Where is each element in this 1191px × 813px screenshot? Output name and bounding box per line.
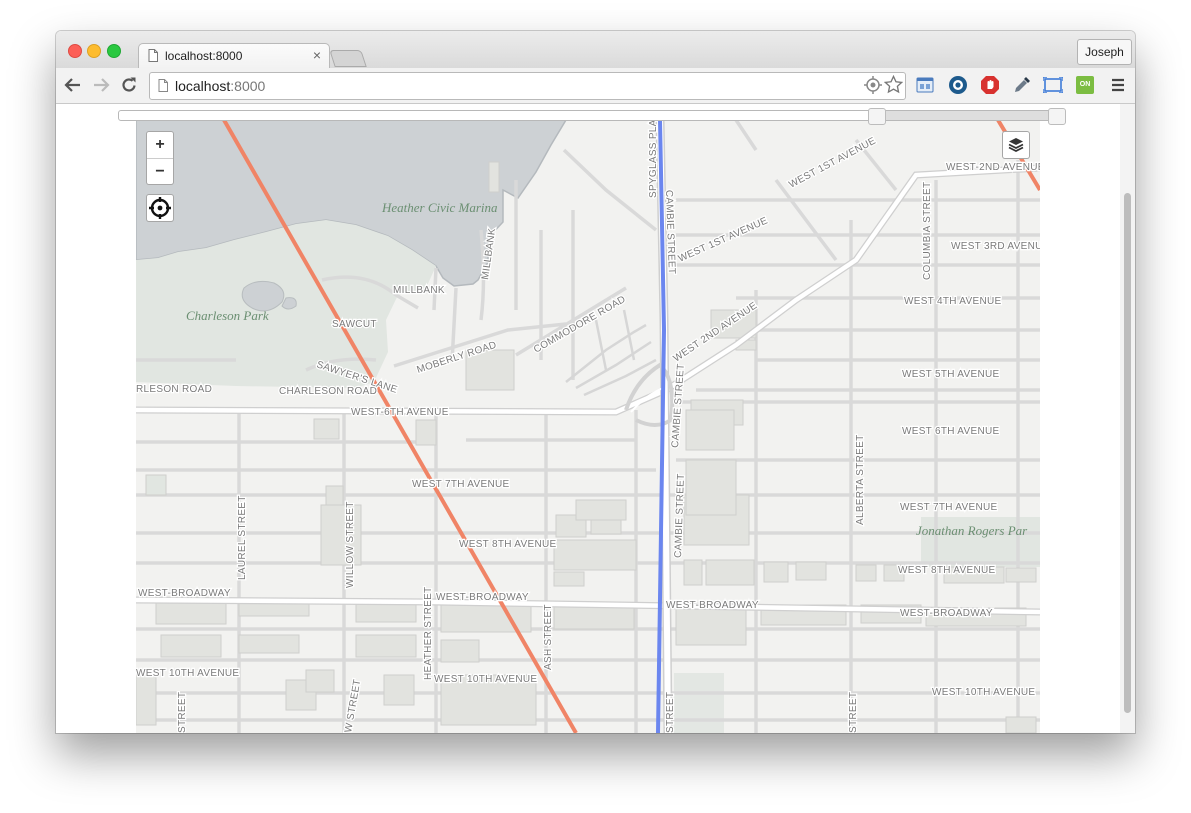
back-button[interactable] — [62, 74, 84, 96]
street-label: WILLOW STREET — [345, 501, 356, 588]
street-label: WEST 10TH AVENUE — [434, 674, 537, 685]
profile-button[interactable]: Joseph — [1077, 39, 1132, 65]
street-label: WEST-BROADWAY — [900, 608, 993, 619]
layers-icon — [1008, 138, 1024, 153]
tab-close-button[interactable]: × — [313, 47, 321, 63]
street-label: WEST-BROADWAY — [666, 600, 759, 611]
locate-button[interactable] — [146, 194, 174, 222]
street-label: SAWCUT — [332, 319, 377, 330]
extension-eye-icon[interactable] — [947, 74, 969, 96]
location-icon[interactable] — [864, 76, 882, 94]
address-bar[interactable]: localhost:8000 — [149, 72, 906, 100]
zoom-control: + − — [146, 131, 174, 185]
browser-window: localhost:8000 × Joseph localhost:8000 O… — [56, 31, 1135, 733]
street-label: LAUREL STREET — [237, 495, 248, 580]
street-label: ASH STREET — [543, 604, 554, 670]
map-canvas: Heather Civic Marina Charleson Park Jona… — [136, 120, 1040, 733]
back-arrow-icon — [64, 78, 80, 92]
page-icon — [148, 49, 158, 62]
crosshair-icon — [149, 197, 171, 219]
new-tab-button[interactable] — [329, 50, 367, 67]
street-label: WEST-BROADWAY — [436, 592, 529, 603]
minimize-window-button[interactable] — [87, 44, 101, 58]
zoom-out-button[interactable]: − — [147, 159, 173, 185]
street-label: WEST 10TH AVENUE — [136, 668, 239, 679]
street-label: COLUMBIA STREET — [922, 182, 933, 280]
bookmark-star-icon[interactable] — [884, 75, 903, 94]
browser-tab[interactable]: localhost:8000 × — [138, 43, 330, 69]
street-label: STREET — [665, 692, 676, 733]
park-block — [674, 673, 724, 733]
street-label: STREET — [177, 692, 188, 733]
layers-button[interactable] — [1002, 131, 1030, 159]
maximize-window-button[interactable] — [107, 44, 121, 58]
street-label: WEST-2ND AVENUE — [946, 162, 1040, 173]
street-label: RLESON ROAD — [136, 384, 212, 395]
on-badge-icon[interactable]: ON — [1074, 74, 1096, 96]
street-label: WEST-BROADWAY — [138, 588, 231, 599]
street-label: WEST 4TH AVENUE — [904, 296, 1002, 307]
street-label: WEST 3RD AVENUE — [951, 241, 1040, 252]
street-label: HEATHER STREET — [423, 587, 434, 680]
title-bar: localhost:8000 × Joseph — [56, 31, 1135, 69]
scrollbar-thumb[interactable] — [1124, 193, 1131, 713]
park-label: Heather Civic Marina — [381, 200, 498, 215]
street-label: STREET — [848, 692, 859, 733]
street-label: ALBERTA STREET — [855, 434, 866, 525]
toolbar: localhost:8000 ON — [56, 68, 1135, 104]
screenshot-frame-icon[interactable] — [1042, 74, 1064, 96]
page-viewport: Heather Civic Marina Charleson Park Jona… — [56, 104, 1135, 733]
zoom-in-button[interactable]: + — [147, 132, 173, 159]
time-range-slider[interactable] — [118, 108, 1066, 125]
park-label: Charleson Park — [186, 308, 269, 323]
page-icon — [158, 79, 168, 92]
street-label: WEST 7TH AVENUE — [412, 479, 510, 490]
street-label: WEST 8TH AVENUE — [459, 539, 557, 550]
map[interactable]: Heather Civic Marina Charleson Park Jona… — [136, 120, 1040, 733]
tab-title: localhost:8000 — [165, 49, 243, 63]
street-label: SPYGLASS PLA — [648, 120, 659, 198]
reload-icon — [122, 77, 136, 92]
street-label: WEST 7TH AVENUE — [900, 502, 998, 513]
street-label: WEST 10TH AVENUE — [932, 687, 1035, 698]
street-label: WEST 5TH AVENUE — [902, 369, 1000, 380]
extension-window-icon[interactable] — [914, 74, 936, 96]
forward-arrow-icon — [94, 78, 110, 92]
adblock-icon[interactable] — [979, 74, 1001, 96]
reload-button[interactable] — [118, 74, 140, 96]
street-label: WEST 6TH AVENUE — [902, 426, 1000, 437]
url-text: localhost:8000 — [175, 78, 266, 94]
slider-handle-end[interactable] — [1048, 108, 1066, 125]
street-label: MILLBANK — [393, 285, 445, 296]
slider-range — [878, 111, 1056, 120]
street-label: WEST-6TH AVENUE — [351, 407, 449, 418]
slider-handle-start[interactable] — [868, 108, 886, 125]
page-scrollbar[interactable] — [1120, 104, 1135, 733]
close-window-button[interactable] — [68, 44, 82, 58]
park-label: Jonathan Rogers Par — [916, 523, 1028, 538]
menu-icon[interactable] — [1107, 74, 1129, 96]
eyedropper-icon[interactable] — [1011, 74, 1033, 96]
street-label: CHARLESON ROAD — [279, 386, 377, 397]
street-label: WEST 8TH AVENUE — [898, 565, 996, 576]
forward-button[interactable] — [90, 74, 112, 96]
